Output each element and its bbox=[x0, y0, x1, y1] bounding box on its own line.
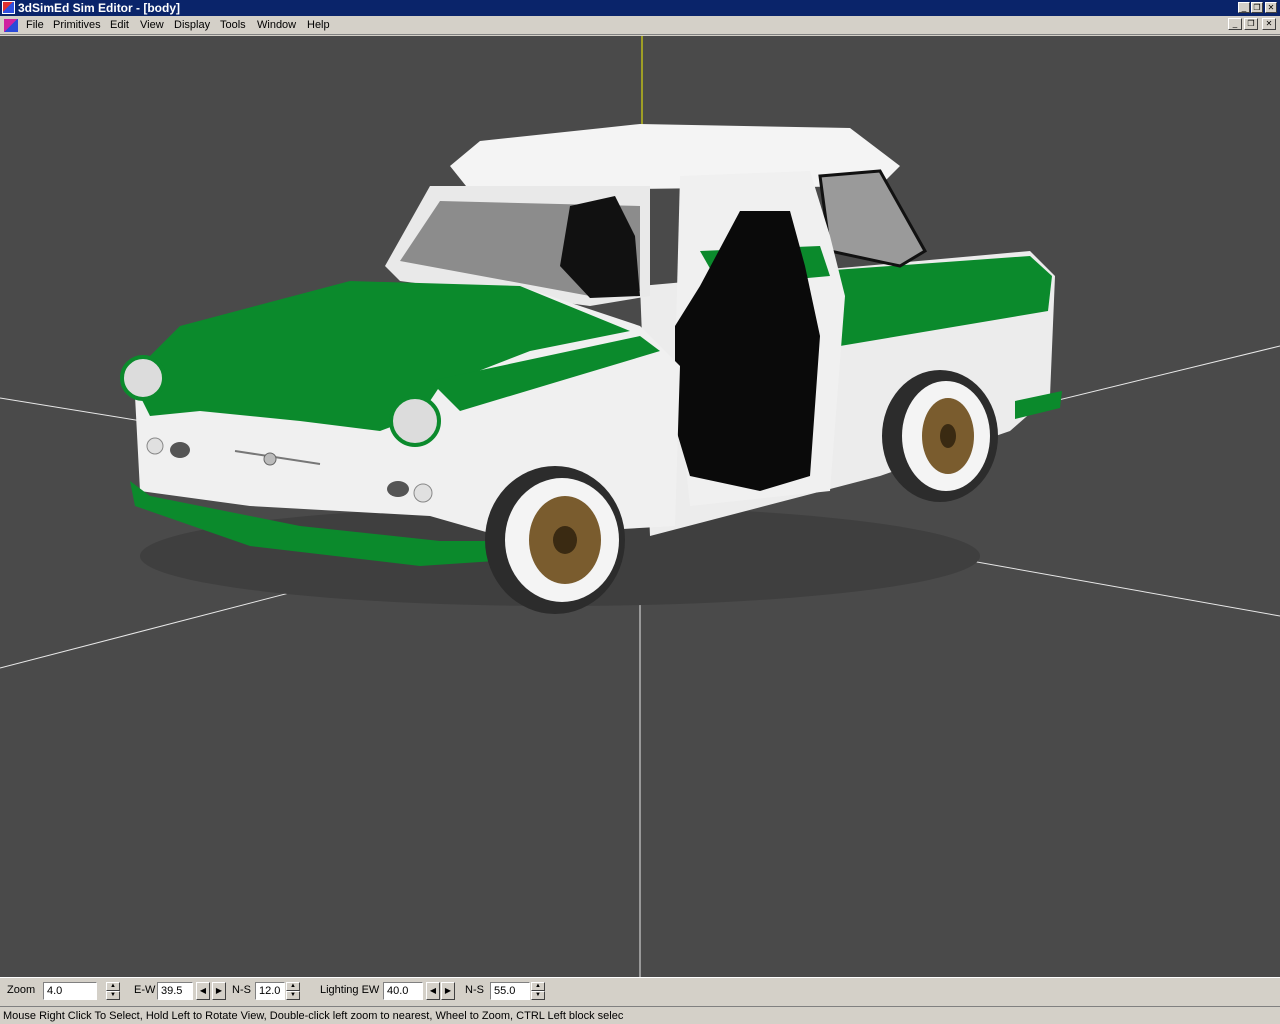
car-model[interactable] bbox=[120, 124, 1062, 614]
left-headlight bbox=[120, 355, 166, 401]
restore-button[interactable]: ❐ bbox=[1251, 2, 1263, 13]
minimize-button[interactable]: _ bbox=[1238, 2, 1250, 13]
ns-label: N-S bbox=[232, 984, 251, 996]
lighting-ns-input[interactable]: 55.0 bbox=[490, 982, 530, 1000]
status-bar: Mouse Right Click To Select, Hold Left t… bbox=[0, 1006, 1280, 1024]
app-icon[interactable] bbox=[2, 1, 15, 14]
status-text: Mouse Right Click To Select, Hold Left t… bbox=[3, 1010, 624, 1022]
menu-display[interactable]: Display bbox=[172, 18, 212, 32]
scene-canvas[interactable] bbox=[0, 36, 1280, 977]
ew-input[interactable]: 39.5 bbox=[157, 982, 193, 1000]
lighting-ns-spinner[interactable]: ▲ ▼ bbox=[531, 982, 545, 1000]
rear-side-window bbox=[818, 169, 928, 268]
left-fog-light bbox=[146, 437, 164, 455]
left-grille bbox=[170, 442, 190, 458]
right-fog-light bbox=[413, 483, 433, 503]
window-title: 3dSimEd Sim Editor - [body] bbox=[18, 1, 181, 15]
document-icon[interactable] bbox=[4, 19, 18, 32]
title-bar: 3dSimEd Sim Editor - [body] _ ❐ ✕ bbox=[0, 0, 1280, 16]
menu-bar: File Primitives Edit View Display Tools … bbox=[0, 16, 1280, 35]
ew-right-button[interactable]: ▶ bbox=[212, 982, 226, 1000]
zoom-input[interactable]: 4.0 bbox=[43, 982, 97, 1000]
3d-viewport[interactable] bbox=[0, 36, 1280, 977]
mdi-minimize-button[interactable]: _ bbox=[1228, 18, 1242, 30]
zoom-label: Zoom bbox=[7, 984, 36, 996]
mdi-restore-button[interactable]: ❐ bbox=[1244, 18, 1258, 30]
right-grille bbox=[387, 481, 409, 497]
menu-window[interactable]: Window bbox=[255, 18, 298, 32]
menu-edit[interactable]: Edit bbox=[108, 18, 131, 32]
lighting-ew-right-button[interactable]: ▶ bbox=[441, 982, 455, 1000]
lighting-ew-input[interactable]: 40.0 bbox=[383, 982, 423, 1000]
zoom-spinner[interactable]: ▲ ▼ bbox=[106, 982, 120, 1000]
lighting-ew-label: Lighting EW bbox=[320, 984, 380, 996]
right-headlight bbox=[389, 395, 441, 447]
ew-label: E-W bbox=[134, 984, 156, 996]
front-right-wheel bbox=[485, 466, 625, 614]
menu-primitives[interactable]: Primitives bbox=[51, 18, 103, 32]
ew-left-button[interactable]: ◀ bbox=[196, 982, 210, 1000]
rear-right-wheel bbox=[882, 370, 998, 502]
close-button[interactable]: ✕ bbox=[1265, 2, 1277, 13]
ns-input[interactable]: 12.0 bbox=[255, 982, 285, 1000]
menu-view[interactable]: View bbox=[138, 18, 166, 32]
view-toolbar: Zoom 4.0 ▲ ▼ E-W 39.5 ◀ ▶ N-S 12.0 ▲ ▼ Lig… bbox=[0, 977, 1280, 1004]
menu-file[interactable]: File bbox=[24, 18, 46, 32]
menu-tools[interactable]: Tools bbox=[218, 18, 248, 32]
ns-spinner[interactable]: ▲ ▼ bbox=[286, 982, 300, 1000]
lighting-ns-label: N-S bbox=[465, 984, 484, 996]
menu-help[interactable]: Help bbox=[305, 18, 332, 32]
lighting-ew-left-button[interactable]: ◀ bbox=[426, 982, 440, 1000]
mdi-close-button[interactable]: ✕ bbox=[1262, 18, 1276, 30]
front-emblem bbox=[263, 452, 277, 466]
